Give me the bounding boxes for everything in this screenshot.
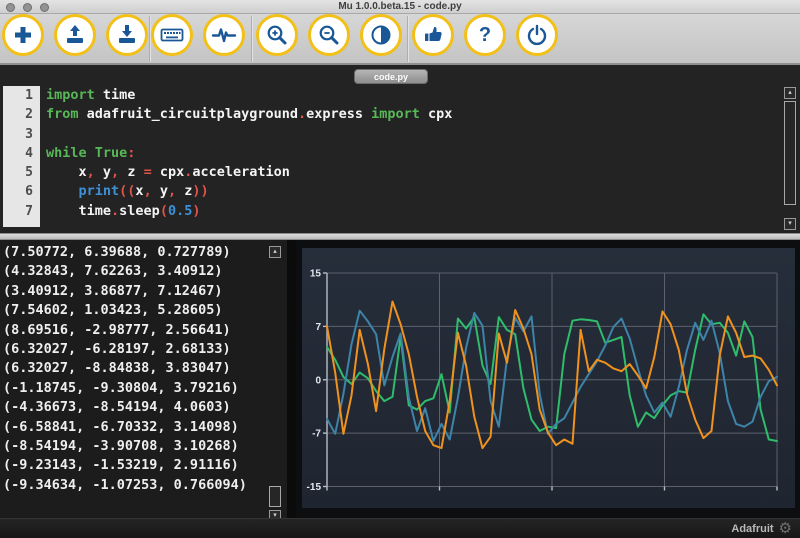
serial-output-line: (7.54602, 1.03423, 5.28605) [3, 302, 223, 319]
svg-text:-7: -7 [312, 429, 321, 440]
code-line: from adafruit_circuitplayground.express … [46, 106, 453, 123]
serial-output-line: (6.32027, -8.84838, 3.83047) [3, 360, 231, 377]
serial-output-line: (6.32027, -6.28197, 2.68133) [3, 340, 231, 357]
toolbar-separator [149, 16, 150, 62]
serial-output-line: (-4.36673, -8.54194, 4.0603) [3, 399, 231, 416]
svg-text:7: 7 [315, 322, 321, 333]
window-title: Mu 1.0.0.beta.15 - code.py [338, 1, 462, 12]
check-button[interactable] [412, 14, 454, 56]
svg-text:0: 0 [315, 375, 321, 386]
toolbar-separator [407, 16, 408, 62]
quit-button[interactable] [516, 14, 558, 56]
code-line: while True: [46, 144, 136, 161]
editor-scroll-down-button[interactable]: ▾ [784, 218, 796, 230]
serial-output-line: (-8.54194, -3.90708, 3.10268) [3, 437, 239, 454]
load-button[interactable] [54, 14, 96, 56]
toolbar-separator [251, 16, 252, 62]
line-number-gutter: 1 2 3 4 5 6 7 [3, 86, 40, 227]
line-number: 3 [25, 126, 33, 142]
theme-button[interactable] [360, 14, 402, 56]
power-icon [527, 24, 547, 46]
horizontal-splitter[interactable] [0, 233, 800, 240]
code-content[interactable]: import time from adafruit_circuitplaygrou… [46, 86, 780, 221]
serial-output-line: (4.32843, 7.62263, 3.40912) [3, 263, 223, 280]
title-bar: Mu 1.0.0.beta.15 - code.py [0, 0, 800, 14]
plotter-panel: 15 7 0 -7 -15 [296, 240, 800, 518]
serial-output-lines: (7.50772, 6.39688, 0.727789) (4.32843, 7.… [0, 240, 287, 495]
line-number: 5 [25, 165, 33, 181]
code-line: import time [46, 87, 136, 103]
editor-scroll-up-button[interactable]: ▴ [784, 87, 796, 99]
mode-label: Adafruit [731, 522, 774, 535]
serial-output-line: (3.40912, 3.86877, 7.12467) [3, 282, 223, 299]
line-number: 6 [25, 184, 33, 200]
help-button[interactable]: ? [464, 14, 506, 56]
serial-output-line: (-9.23143, -1.53219, 2.91116) [3, 457, 239, 474]
serial-output-panel[interactable]: (7.50772, 6.39688, 0.727789) (4.32843, 7.… [0, 240, 287, 518]
new-button[interactable] [2, 14, 44, 56]
acceleration-chart: 15 7 0 -7 -15 [302, 248, 795, 508]
svg-text:15: 15 [310, 269, 322, 280]
code-editor[interactable]: code.py 1 2 3 4 5 6 7 import time from adafruit… [0, 65, 800, 233]
question-icon: ? [478, 23, 492, 46]
code-line: time.sleep(0.5) [46, 202, 201, 219]
toolbar: ? [0, 14, 800, 65]
vertical-splitter[interactable] [287, 240, 296, 518]
code-line: print((x, y, z)) [78, 183, 209, 200]
thumbs-up-icon [425, 26, 442, 41]
repl-scrollbar-thumb[interactable] [269, 486, 281, 507]
repl-scroll-up-button[interactable]: ▴ [269, 246, 281, 258]
serial-output-line: (7.50772, 6.39688, 0.727789) [3, 244, 231, 260]
serial-output-line: (8.69516, -2.98777, 2.56641) [3, 321, 231, 338]
serial-output-line: (-1.18745, -9.30804, 3.79216) [3, 379, 239, 396]
contrast-icon [371, 25, 391, 45]
status-bar: Adafruit ⚙ [0, 518, 800, 538]
serial-output-line: (-9.34634, -1.07253, 0.766094) [3, 476, 247, 493]
upload-icon [67, 25, 83, 43]
line-number: 7 [25, 203, 33, 219]
download-icon [119, 25, 135, 43]
svg-text:-15: -15 [307, 482, 322, 493]
keyboard-icon [160, 28, 184, 42]
zoom-out-button[interactable] [308, 14, 350, 56]
tab-code-py[interactable]: code.py [354, 69, 428, 84]
plotter-button[interactable] [203, 14, 245, 56]
line-number: 2 [25, 107, 33, 123]
magnifier-minus-icon [319, 25, 339, 45]
editor-scrollbar-thumb[interactable] [784, 101, 796, 205]
gear-icon[interactable]: ⚙ [779, 521, 792, 536]
plus-icon [15, 27, 31, 43]
line-number: 1 [25, 88, 33, 103]
pulse-icon [211, 28, 237, 43]
line-number: 4 [25, 145, 33, 161]
mu-window: Mu 1.0.0.beta.15 - code.py ? code.py 1 2… [0, 0, 800, 538]
serial-output-line: (-6.58841, -6.70332, 3.14098) [3, 418, 239, 435]
zoom-in-button[interactable] [256, 14, 298, 56]
save-button[interactable] [106, 14, 148, 56]
serial-button[interactable] [151, 14, 193, 56]
magnifier-plus-icon [267, 25, 287, 45]
code-line: x, y, z = cpx.acceleration [46, 164, 290, 181]
